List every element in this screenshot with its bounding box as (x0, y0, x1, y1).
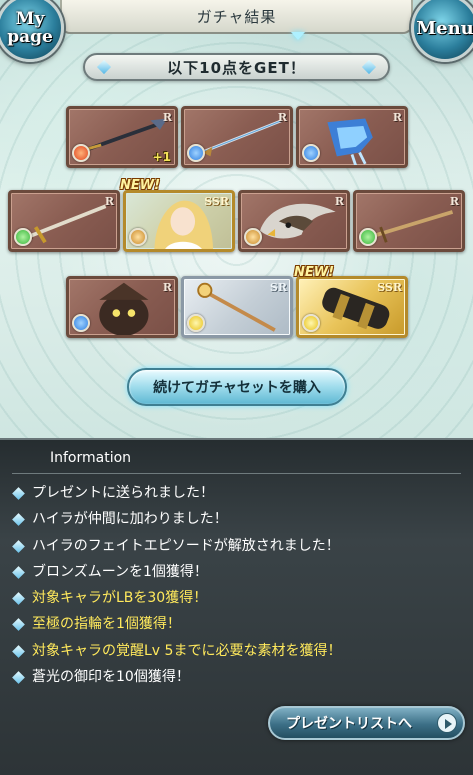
result-scene: ガチャ結果 My page Menu 以下10点をGET！ R +1 R R R… (0, 0, 473, 440)
banner-text: 以下10点をGET！ (167, 58, 306, 77)
menu-button[interactable]: Menu (411, 0, 473, 62)
rarity-label: R (449, 195, 459, 208)
rarity-label: R (334, 195, 344, 208)
result-card-staff[interactable]: SR (181, 276, 293, 338)
rarity-label: R (104, 195, 114, 208)
result-card-gauntlet[interactable]: R (296, 106, 408, 168)
list-item-text: ハイラが仲間に加わりました！ (32, 511, 228, 528)
list-item: ハイラが仲間に加わりました！ (10, 506, 465, 532)
diamond-bullet-icon (12, 671, 25, 684)
diamond-bullet-icon (12, 644, 25, 658)
mypage-button[interactable]: My page (0, 0, 64, 62)
diamond-bullet-icon (12, 618, 25, 632)
diamond-bullet-icon (12, 592, 25, 606)
rarity-label: R (392, 111, 402, 124)
information-header: Information (12, 446, 461, 474)
list-item-text: ブロンズムーンを1個獲得！ (32, 563, 208, 580)
rarity-label: R (162, 111, 172, 124)
diamond-bullet-icon (12, 566, 25, 579)
list-item: ブロンズムーンを1個獲得！ (10, 559, 465, 585)
list-item-text: 対象キャラの覚醒Lv 5までに必要な素材を獲得！ (32, 642, 342, 659)
water-element-icon (72, 314, 90, 332)
rarity-label: SSR (204, 195, 229, 208)
list-item-text: 至極の指輪を1個獲得！ (32, 616, 181, 633)
list-item: 対象キャラの覚醒Lv 5までに必要な素材を獲得！ (10, 638, 465, 664)
bonus-label: +1 (152, 150, 171, 164)
result-card-sword[interactable]: R (8, 190, 120, 252)
water-element-icon (302, 144, 320, 162)
information-list: プレゼントに送られました！ ハイラが仲間に加わりました！ ハイラのフェイトエピソ… (10, 480, 465, 690)
result-card-summon[interactable]: R (66, 276, 178, 338)
header-bar: ガチャ結果 (60, 0, 413, 40)
list-item-text: 対象キャラがLBを30獲得！ (32, 590, 208, 607)
result-card-character[interactable]: SSR (123, 190, 235, 252)
earth-element-icon (244, 228, 262, 246)
result-card-spear[interactable]: R +1 (66, 106, 178, 168)
list-item: 対象キャラがLBを30獲得！ (10, 585, 465, 611)
new-badge: NEW! (294, 265, 335, 280)
present-list-button[interactable]: プレゼントリストへ (268, 706, 465, 740)
arrow-right-icon (437, 713, 457, 733)
diamond-bullet-icon (12, 539, 25, 553)
rarity-label: SSR (377, 281, 402, 294)
list-item-text: ハイラのフェイトエピソードが解放されました！ (32, 537, 340, 554)
result-card-blade[interactable]: R (353, 190, 465, 252)
wind-element-icon (359, 228, 377, 246)
light-element-icon (302, 314, 320, 332)
wind-element-icon (14, 228, 32, 246)
present-list-label: プレゼントリストへ (286, 716, 412, 732)
result-card-lance[interactable]: R (181, 106, 293, 168)
list-item: ハイラのフェイトエピソードが解放されました！ (10, 533, 465, 559)
list-item-text: 蒼光の御印を10個獲得！ (32, 669, 190, 686)
page-title: ガチャ結果 (196, 7, 277, 26)
diamond-icon (361, 59, 377, 75)
fire-element-icon (72, 144, 90, 162)
rarity-label: R (277, 111, 287, 124)
diamond-bullet-icon (12, 513, 25, 527)
diamond-bullet-icon (12, 487, 25, 500)
list-item-text: プレゼントに送られました！ (32, 485, 214, 501)
caret-down-icon (291, 32, 305, 40)
result-card-cannon[interactable]: SSR (296, 276, 408, 338)
diamond-icon (96, 59, 112, 75)
buy-again-label: 続けてガチャセットを購入 (153, 380, 321, 396)
list-item: プレゼントに送られました！ (10, 480, 465, 506)
information-title: Information (50, 450, 132, 466)
earth-element-icon (129, 228, 147, 246)
list-item: 至極の指輪を1個獲得！ (10, 611, 465, 637)
rarity-label: SR (269, 281, 287, 294)
result-banner: 以下10点をGET！ (83, 53, 390, 81)
light-element-icon (187, 314, 205, 332)
rarity-label: R (162, 281, 172, 294)
result-card-eagle[interactable]: R (238, 190, 350, 252)
list-item: 蒼光の御印を10個獲得！ (10, 664, 465, 690)
buy-again-button[interactable]: 続けてガチャセットを購入 (127, 368, 347, 406)
water-element-icon (187, 144, 205, 162)
new-badge: NEW! (120, 178, 161, 193)
